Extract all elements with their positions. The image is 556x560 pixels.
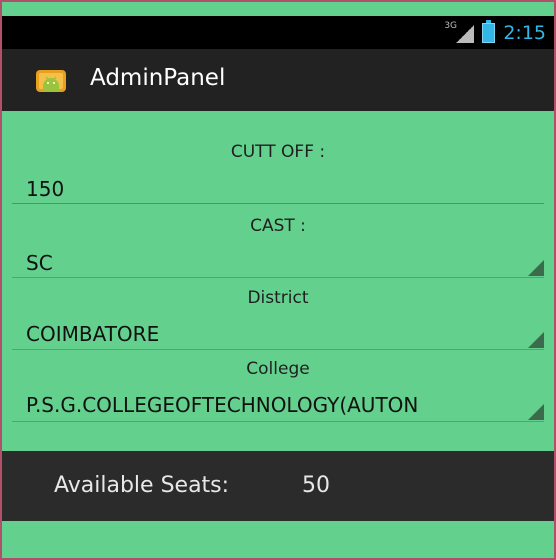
phone-screen: 3G 2:15 AdminPanel CUTT OFF : 150 CAST :… (0, 0, 556, 560)
android-app-icon[interactable] (34, 64, 68, 96)
cast-spinner-underline (12, 277, 544, 278)
college-label: College (246, 359, 310, 379)
cast-spinner[interactable]: SC (26, 251, 53, 275)
available-seats-bar: Available Seats: 50 (2, 451, 554, 521)
signal-icon: 3G (444, 20, 475, 43)
spinner-arrow-icon (528, 404, 544, 420)
action-bar: AdminPanel (2, 49, 554, 111)
spinner-arrow-icon (528, 332, 544, 348)
status-time: 2:15 (503, 21, 546, 44)
cutoff-input-underline (12, 203, 544, 204)
college-spinner-underline (12, 421, 544, 422)
district-label: District (247, 288, 309, 308)
cutoff-label: CUTT OFF : (230, 142, 326, 162)
spinner-arrow-icon (528, 260, 544, 276)
college-spinner[interactable]: P.S.G.COLLEGEOFTECHNOLOGY(AUTON (26, 393, 526, 417)
network-type: 3G (444, 20, 458, 31)
status-bar: 3G 2:15 (2, 16, 554, 49)
district-spinner[interactable]: COIMBATORE (26, 322, 159, 346)
app-title: AdminPanel (90, 65, 226, 91)
cutoff-input[interactable]: 150 (26, 177, 64, 201)
battery-icon (482, 19, 496, 43)
district-spinner-underline (12, 349, 544, 350)
cast-label: CAST : (250, 216, 306, 236)
available-seats-value: 50 (302, 473, 330, 498)
available-seats-label: Available Seats: (54, 473, 230, 498)
status-indicators: 3G 2:15 (444, 19, 546, 45)
